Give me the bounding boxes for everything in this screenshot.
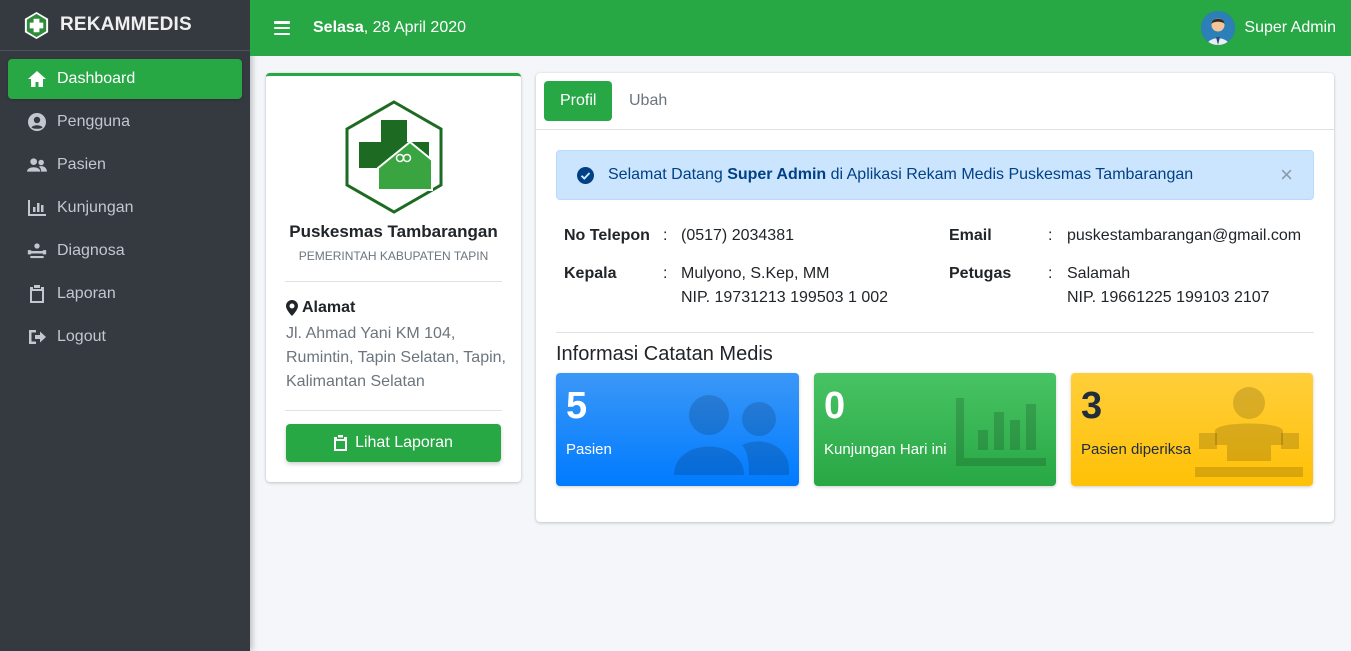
stat-label: Pasien — [566, 441, 612, 458]
chart-bar-icon — [956, 398, 1046, 466]
alert-user: Super Admin — [727, 166, 827, 183]
kepala-nip: NIP. 19731213 199503 1 002 — [681, 289, 889, 306]
lihat-laporan-button[interactable]: Lihat Laporan — [286, 424, 501, 462]
petugas-label: Petugas — [949, 265, 1012, 282]
colon: : — [1048, 227, 1053, 244]
main-card: Profil Ubah Selamat Datang Super Admin d… — [536, 73, 1334, 522]
tab-bar: Profil Ubah — [536, 73, 1334, 130]
diagnosa-icon — [1195, 387, 1303, 477]
divider — [285, 281, 502, 282]
header-date-text: , 28 April 2020 — [363, 19, 467, 36]
sidebar-item-dashboard[interactable]: Dashboard — [8, 59, 242, 99]
divider — [556, 332, 1314, 333]
brand[interactable]: REKAMMEDIS — [0, 0, 250, 51]
telepon-label: No Telepon — [564, 227, 650, 244]
lihat-laporan-label: Lihat Laporan — [355, 434, 453, 451]
home-icon — [26, 69, 48, 89]
users-icon — [674, 395, 789, 475]
sidebar-item-logout[interactable]: Logout — [8, 317, 242, 357]
kepala-label: Kepala — [564, 265, 617, 282]
welcome-alert: Selamat Datang Super Admin di Aplikasi R… — [556, 150, 1314, 200]
stat-value: 0 — [824, 385, 846, 427]
sidebar: REKAMMEDIS Dashboard Pengguna Pasien Kun… — [0, 0, 250, 651]
profile-subtitle: PEMERINTAH KABUPATEN TAPIN — [298, 249, 489, 263]
sidebar-item-diagnosa[interactable]: Diagnosa — [8, 231, 242, 271]
header-day: Selasa — [313, 19, 364, 36]
user-name: Super Admin — [1244, 19, 1336, 36]
close-icon[interactable]: × — [1280, 164, 1293, 186]
sidebar-item-label: Kunjungan — [57, 199, 134, 216]
check-circle-icon — [577, 166, 594, 184]
sidebar-item-label: Laporan — [57, 285, 116, 302]
email-label: Email — [949, 227, 992, 244]
sidebar-nav: Dashboard Pengguna Pasien Kunjungan Diag… — [0, 51, 250, 357]
sidebar-item-label: Pengguna — [57, 113, 130, 130]
stat-box-pasien[interactable]: 5 Pasien — [556, 373, 799, 486]
sidebar-item-pasien[interactable]: Pasien — [8, 145, 242, 185]
colon: : — [663, 227, 668, 244]
brand-name: REKAMMEDIS — [60, 14, 192, 35]
profile-card: Puskesmas Tambarangan PEMERINTAH KABUPAT… — [266, 73, 521, 482]
sidebar-item-laporan[interactable]: Laporan — [8, 274, 242, 314]
colon: : — [1048, 265, 1053, 282]
chart-bar-icon — [26, 198, 48, 218]
diagnosa-icon — [26, 241, 48, 261]
alert-prefix: Selamat Datang — [608, 166, 728, 183]
stat-box-kunjungan[interactable]: 0 Kunjungan Hari ini — [814, 373, 1056, 486]
profile-name: Puskesmas Tambarangan — [289, 222, 498, 241]
stat-value: 5 — [566, 385, 588, 427]
petugas-nip: NIP. 19661225 199103 2107 — [1067, 289, 1270, 306]
address-label-text: Alamat — [302, 299, 356, 316]
logout-icon — [26, 327, 48, 347]
sidebar-item-label: Diagnosa — [57, 242, 125, 259]
stat-label: Kunjungan Hari ini — [824, 441, 947, 458]
sidebar-item-label: Pasien — [57, 156, 106, 173]
alert-suffix: di Aplikasi Rekam Medis Puskesmas Tambar… — [826, 166, 1194, 183]
map-marker-icon — [286, 300, 298, 316]
menu-toggle-icon[interactable] — [274, 21, 290, 35]
clipboard-icon — [26, 284, 48, 304]
divider — [285, 410, 502, 411]
stat-label: Pasien diperiksa — [1081, 441, 1192, 458]
header-date: Selasa, 28 April 2020 — [313, 19, 466, 37]
sidebar-item-kunjungan[interactable]: Kunjungan — [8, 188, 242, 228]
top-header: Selasa, 28 April 2020 Super Admin — [250, 0, 1351, 56]
avatar — [1201, 11, 1236, 45]
user-circle-icon — [26, 112, 48, 132]
alert-text: Selamat Datang Super Admin di Aplikasi R… — [608, 166, 1193, 184]
sidebar-item-pengguna[interactable]: Pengguna — [8, 102, 242, 142]
stat-value: 3 — [1081, 385, 1103, 427]
users-icon — [26, 155, 48, 175]
sidebar-item-label: Dashboard — [57, 70, 136, 87]
email-value: puskestambarangan@gmail.com — [1067, 227, 1302, 244]
puskesmas-logo-icon — [345, 100, 443, 214]
kepala-value: Mulyono, S.Kep, MM — [681, 265, 830, 282]
tab-profil[interactable]: Profil — [544, 81, 613, 121]
clipboard-icon — [334, 435, 348, 451]
petugas-value: Salamah — [1067, 265, 1131, 282]
address-text: Jl. Ahmad Yani KM 104, Rumintin, Tapin S… — [286, 325, 506, 390]
colon: : — [663, 265, 668, 282]
section-title: Informasi Catatan Medis — [556, 343, 773, 365]
telepon-value: (0517) 2034381 — [681, 227, 794, 244]
stat-box-diperiksa[interactable]: 3 Pasien diperiksa — [1071, 373, 1313, 486]
sidebar-item-label: Logout — [57, 328, 106, 345]
tab-ubah[interactable]: Ubah — [613, 81, 683, 121]
address-label: Alamat — [286, 299, 355, 317]
user-menu[interactable]: Super Admin — [1201, 11, 1336, 45]
brand-logo-icon — [24, 11, 49, 39]
